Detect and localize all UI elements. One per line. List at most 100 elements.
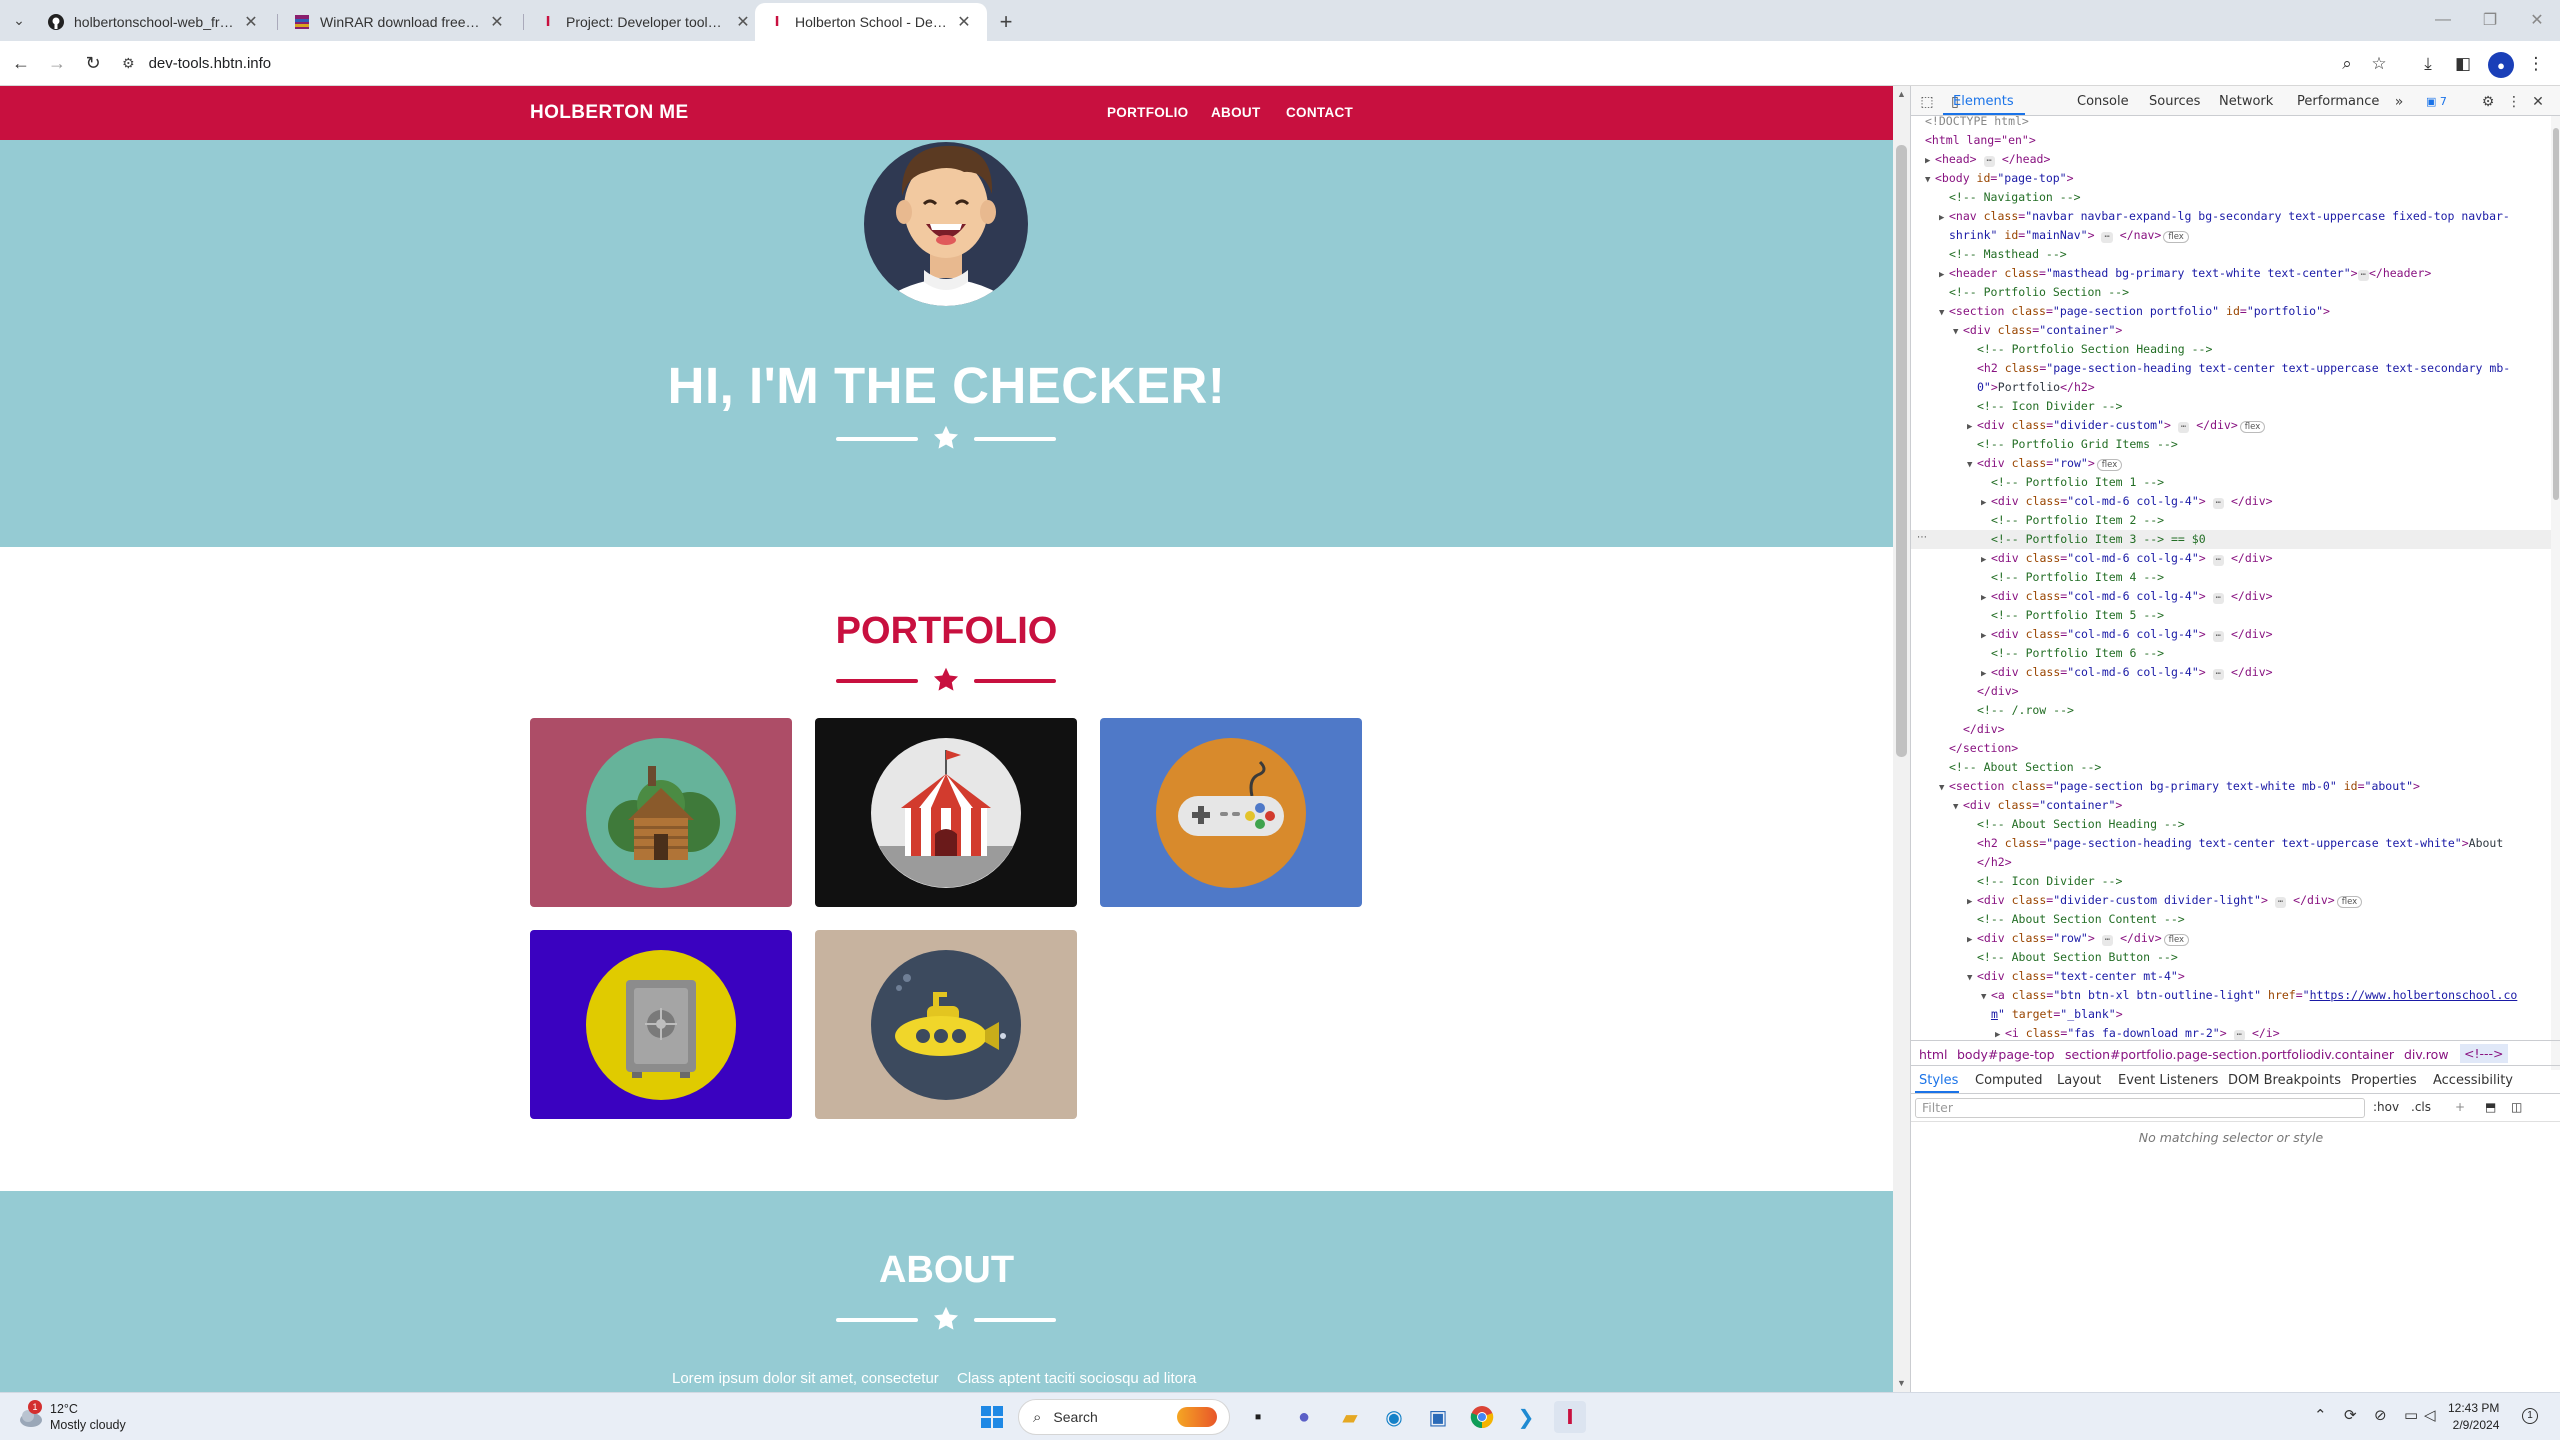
download-icon[interactable]: ⤓ bbox=[2415, 51, 2441, 77]
store-icon[interactable]: ▣ bbox=[1422, 1401, 1454, 1433]
devtools-tab-console[interactable]: Console bbox=[2077, 94, 2129, 109]
dom-node[interactable]: ▼ <a class="btn btn-xl btn-outline-light"… bbox=[1911, 986, 2551, 1005]
portfolio-item-cabin[interactable] bbox=[530, 718, 792, 907]
file-explorer-icon[interactable]: ▰ bbox=[1334, 1401, 1366, 1433]
subtab-layout[interactable]: Layout bbox=[2057, 1073, 2101, 1088]
inspect-element-icon[interactable]: ⬚ bbox=[1917, 92, 1937, 112]
dom-comment[interactable]: <!-- About Section --> bbox=[1911, 758, 2551, 777]
tray-vpn-icon[interactable]: ⊘ bbox=[2374, 1406, 2387, 1424]
dom-node[interactable]: <h2 class="page-section-heading text-cen… bbox=[1911, 359, 2551, 378]
dom-comment[interactable]: <!-- Icon Divider --> bbox=[1911, 397, 2551, 416]
dom-comment[interactable]: <!-- About Section Content --> bbox=[1911, 910, 2551, 929]
system-clock[interactable]: 12:43 PM 2/9/2024 bbox=[2448, 1400, 2499, 1434]
dom-comment[interactable]: <!-- Masthead --> bbox=[1911, 245, 2551, 264]
scroll-down-icon[interactable]: ▼ bbox=[1897, 1378, 1906, 1388]
dom-scrollbar-thumb[interactable] bbox=[2553, 128, 2559, 500]
issues-badge[interactable]: ▣ 7 bbox=[2426, 95, 2447, 108]
devtools-tab-sources[interactable]: Sources bbox=[2149, 94, 2200, 109]
dom-node[interactable]: ▶ <div class="row"> ⋯ </div> flex bbox=[1911, 929, 2551, 948]
weather-widget[interactable]: 1 12°C Mostly cloudy bbox=[18, 1400, 126, 1433]
breadcrumb-item[interactable]: div.container bbox=[2313, 1047, 2394, 1062]
new-tab-button[interactable]: + bbox=[992, 8, 1020, 36]
edge-icon[interactable]: ◉ bbox=[1378, 1401, 1410, 1433]
notification-badge[interactable]: 1 bbox=[2522, 1408, 2538, 1424]
teams-chat-icon[interactable]: ● bbox=[1288, 1401, 1320, 1433]
restore-button[interactable]: ❐ bbox=[2475, 8, 2505, 32]
close-window-button[interactable]: ✕ bbox=[2522, 8, 2552, 32]
dom-node-close[interactable]: </section> bbox=[1911, 739, 2551, 758]
taskbar-search[interactable]: ⌕ Search bbox=[1018, 1399, 1230, 1435]
dom-comment[interactable]: <!-- Portfolio Section --> bbox=[1911, 283, 2551, 302]
close-icon[interactable]: ✕ bbox=[955, 13, 973, 31]
dom-comment[interactable]: <!-- Portfolio Item 4 --> bbox=[1911, 568, 2551, 587]
subtab-computed[interactable]: Computed bbox=[1975, 1073, 2043, 1088]
tray-app-icon[interactable]: ⟳ bbox=[2344, 1406, 2357, 1424]
holberton-app-icon[interactable]: Ⅰ bbox=[1554, 1401, 1586, 1433]
browser-tab-winrar[interactable]: WinRAR download free and support ✕ bbox=[280, 3, 520, 41]
browser-menu-icon[interactable]: ⋮ bbox=[2523, 51, 2549, 77]
dom-comment[interactable]: <!-- Navigation --> bbox=[1911, 188, 2551, 207]
site-info-icon[interactable]: ⚙ bbox=[122, 55, 135, 72]
settings-icon[interactable]: ⚙ bbox=[2478, 92, 2498, 112]
styles-filter-input[interactable]: Filter bbox=[1915, 1098, 2365, 1118]
browser-tab-project[interactable]: Ⅰ Project: Developer tools | Holberton ✕ bbox=[526, 3, 766, 41]
close-icon[interactable]: ✕ bbox=[242, 13, 260, 31]
nav-link-contact[interactable]: CONTACT bbox=[1286, 105, 1353, 120]
dom-scrollbar[interactable] bbox=[2551, 116, 2560, 1070]
dom-node[interactable]: ▶ <nav class="navbar navbar-expand-lg bg-… bbox=[1911, 207, 2551, 226]
breadcrumb-item-selected[interactable]: <!---> bbox=[2460, 1044, 2508, 1063]
dom-node[interactable]: ▼ <div class="container"> bbox=[1911, 321, 2551, 340]
hover-state-button[interactable]: :hov bbox=[2373, 1100, 2399, 1114]
tab-search-icon[interactable]: ⌄ bbox=[8, 9, 30, 31]
dom-comment[interactable]: <!-- Portfolio Item 5 --> bbox=[1911, 606, 2551, 625]
subtab-accessibility[interactable]: Accessibility bbox=[2433, 1073, 2513, 1088]
subtab-styles[interactable]: Styles bbox=[1919, 1073, 1958, 1088]
reload-button[interactable]: ↻ bbox=[81, 51, 105, 75]
subtab-dom-breakpoints[interactable]: DOM Breakpoints bbox=[2228, 1073, 2341, 1088]
task-view-icon[interactable]: ▪ bbox=[1242, 1401, 1274, 1433]
dom-node[interactable]: ▼ <section class="page-section portfolio"… bbox=[1911, 302, 2551, 321]
url-field[interactable]: ⚙ dev-tools.hbtn.info bbox=[122, 47, 2412, 79]
dom-comment[interactable]: <!-- About Section Button --> bbox=[1911, 948, 2551, 967]
breadcrumb-item[interactable]: body#page-top bbox=[1957, 1047, 2055, 1062]
portfolio-item-submarine[interactable] bbox=[815, 930, 1077, 1119]
back-button[interactable]: ← bbox=[9, 51, 33, 75]
dom-node[interactable]: ▼ <div class="text-center mt-4"> bbox=[1911, 967, 2551, 986]
close-icon[interactable]: ✕ bbox=[734, 13, 752, 31]
scrollbar-thumb[interactable] bbox=[1896, 145, 1907, 757]
dom-comment-selected[interactable]: <!-- Portfolio Item 3 --> == $0 bbox=[1911, 530, 2551, 549]
devtools-tab-performance[interactable]: Performance bbox=[2297, 94, 2379, 109]
forward-button[interactable]: → bbox=[45, 51, 69, 75]
windows-start-icon[interactable] bbox=[976, 1401, 1008, 1433]
bookmark-star-icon[interactable]: ☆ bbox=[2366, 51, 2392, 77]
more-tabs-icon[interactable]: » bbox=[2389, 92, 2409, 112]
dom-node[interactable]: <!DOCTYPE html> bbox=[1911, 116, 2551, 131]
dom-node-cont[interactable]: shrink" id="mainNav"> ⋯ </nav> flex bbox=[1911, 226, 2551, 245]
dom-node[interactable]: ▶ <div class="col-md-6 col-lg-4"> ⋯ </div… bbox=[1911, 492, 2551, 511]
breadcrumb-item[interactable]: div.row bbox=[2404, 1047, 2449, 1062]
dom-comment[interactable]: <!-- Portfolio Item 1 --> bbox=[1911, 473, 2551, 492]
browser-tab-active[interactable]: Ⅰ Holberton School - Developer tools ✕ bbox=[755, 3, 987, 41]
nav-link-about[interactable]: ABOUT bbox=[1211, 105, 1261, 120]
vscode-icon[interactable]: ❯ bbox=[1510, 1401, 1542, 1433]
dom-node-close[interactable]: </div> bbox=[1911, 720, 2551, 739]
dom-comment[interactable]: <!-- Portfolio Grid Items --> bbox=[1911, 435, 2551, 454]
dom-comment[interactable]: <!-- Portfolio Item 6 --> bbox=[1911, 644, 2551, 663]
portfolio-item-circus-tent[interactable] bbox=[815, 718, 1077, 907]
dom-node[interactable]: ▶ <head> ⋯ </head> bbox=[1911, 150, 2551, 169]
close-icon[interactable]: ✕ bbox=[488, 13, 506, 31]
network-icon[interactable]: ▭ bbox=[2404, 1406, 2418, 1424]
zoom-icon[interactable]: ⌕ bbox=[2334, 51, 2360, 77]
rendering-emulation-icon[interactable]: ⬒ bbox=[2485, 1100, 2496, 1114]
subtab-event-listeners[interactable]: Event Listeners bbox=[2118, 1073, 2218, 1088]
dom-node[interactable]: ▶ <div class="divider-custom divider-ligh… bbox=[1911, 891, 2551, 910]
dom-node-cont[interactable]: </h2> bbox=[1911, 853, 2551, 872]
nav-link-portfolio[interactable]: PORTFOLIO bbox=[1107, 105, 1188, 120]
dom-node[interactable]: ▼ <div class="container"> bbox=[1911, 796, 2551, 815]
dom-node[interactable]: <html lang="en"> bbox=[1911, 131, 2551, 150]
browser-tab-github[interactable]: holbertonschool-web_front_end ✕ bbox=[34, 3, 274, 41]
dom-tree[interactable]: <!DOCTYPE html> <html lang="en"> ▶ <head>… bbox=[1911, 116, 2551, 1070]
chrome-icon[interactable] bbox=[1466, 1401, 1498, 1433]
side-panel-icon[interactable]: ◧ bbox=[2450, 51, 2476, 77]
page-scrollbar[interactable]: ▲ ▼ bbox=[1893, 86, 1910, 1392]
